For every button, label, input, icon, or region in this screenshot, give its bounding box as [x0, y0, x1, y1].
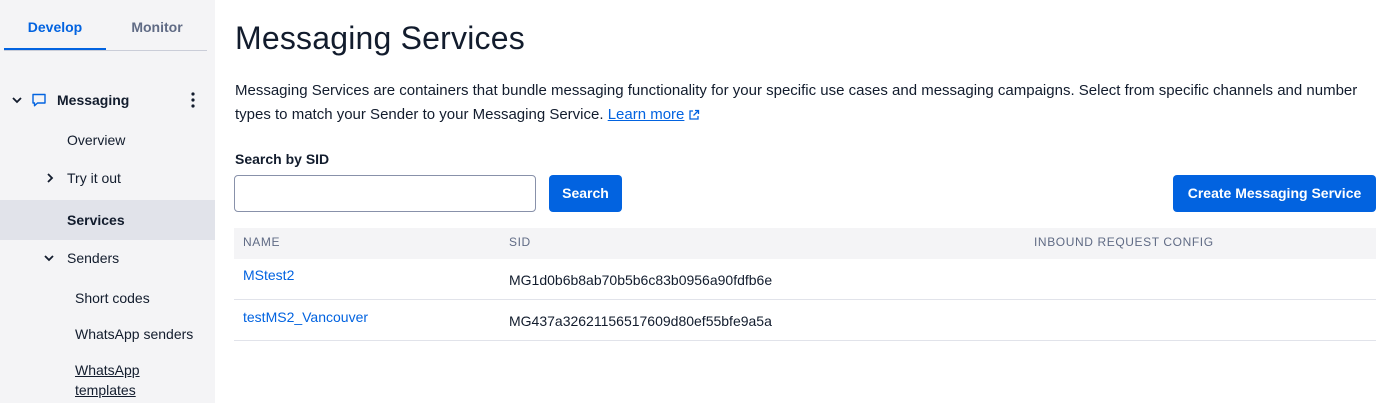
column-header-inbound-request-config: INBOUND REQUEST CONFIG [1034, 235, 1214, 249]
column-header-sid: SID [509, 235, 531, 249]
chat-icon [32, 93, 46, 107]
sidebar-item-label: WhatsApp senders [75, 326, 194, 342]
service-name-link[interactable]: testMS2_Vancouver [243, 309, 368, 325]
sidebar-item-try-it-out[interactable]: Try it out [0, 166, 215, 190]
search-label: Search by SID [235, 151, 330, 167]
external-link-icon [689, 109, 700, 120]
chevron-down-icon[interactable] [11, 95, 23, 105]
learn-more-link[interactable]: Learn more [608, 106, 685, 123]
more-options-icon[interactable] [186, 90, 200, 110]
page-title: Messaging Services [235, 20, 525, 56]
sidebar-item-messaging[interactable]: Messaging [0, 88, 215, 112]
sidebar-tabs: Develop Monitor [0, 0, 215, 52]
tab-develop[interactable]: Develop [4, 0, 106, 52]
services-table: NAME SID INBOUND REQUEST CONFIG MStest2 … [234, 228, 1376, 341]
sidebar-item-services[interactable]: Services [0, 200, 215, 240]
sidebar-item-label: Senders [67, 250, 120, 266]
sidebar-item-whatsapp-senders[interactable]: WhatsApp senders [0, 322, 215, 346]
sidebar-item-label: Short codes [75, 290, 150, 306]
service-sid: MG1d0b6b8ab70b5b6c83b0956a90fdfb6e [509, 272, 773, 288]
search-sid-input[interactable] [234, 175, 536, 212]
page-description: Messaging Services are containers that b… [235, 79, 1375, 127]
service-sid: MG437a32621156517609d80ef55bfe9a5a [509, 313, 772, 329]
tab-divider [4, 50, 207, 51]
learn-more-label: Learn more [607, 106, 685, 123]
table-row: testMS2_Vancouver MG437a32621156517609d8… [234, 300, 1376, 341]
tab-monitor[interactable]: Monitor [106, 0, 208, 52]
table-row: MStest2 MG1d0b6b8ab70b5b6c83b0956a90fdfb… [234, 259, 1376, 300]
sidebar-item-label: Try it out [67, 170, 121, 186]
description-text: Messaging Services are containers that b… [235, 82, 1358, 123]
service-name-link[interactable]: MStest2 [243, 267, 294, 283]
column-header-name: NAME [243, 235, 281, 249]
chevron-right-icon[interactable] [45, 172, 55, 184]
sidebar: Develop Monitor Messaging Overview Try i… [0, 0, 215, 403]
sidebar-item-label: WhatsApp templates [75, 362, 140, 398]
sidebar-item-short-codes[interactable]: Short codes [0, 286, 215, 310]
create-messaging-service-button[interactable]: Create Messaging Service [1173, 175, 1376, 212]
chevron-down-icon[interactable] [43, 253, 55, 263]
sidebar-item-label: Services [67, 212, 125, 228]
sidebar-item-label: Overview [67, 132, 126, 148]
table-header: NAME SID INBOUND REQUEST CONFIG [234, 228, 1376, 259]
search-button[interactable]: Search [549, 175, 622, 212]
sidebar-item-label: Messaging [57, 92, 130, 108]
sidebar-item-whatsapp-templates[interactable]: WhatsApp templates [0, 360, 215, 402]
sidebar-item-overview[interactable]: Overview [0, 128, 215, 152]
sidebar-item-senders[interactable]: Senders [0, 246, 215, 270]
